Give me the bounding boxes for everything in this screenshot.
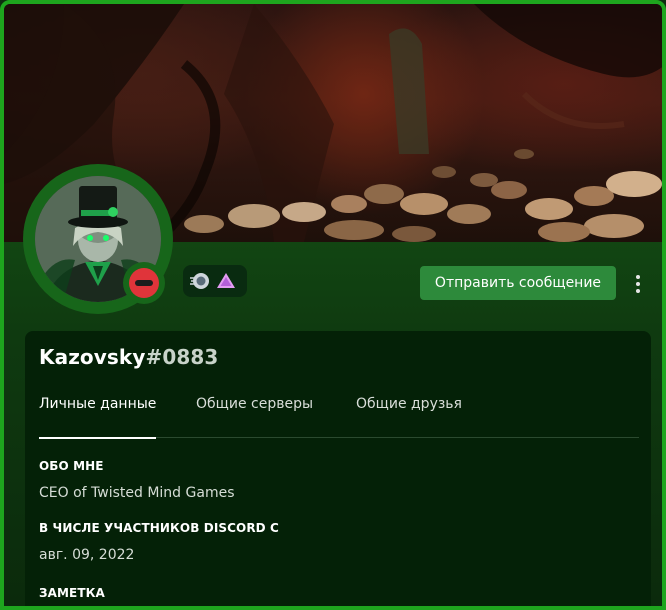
user-profile-popout: Отправить сообщение Kazovsky#0883 Личные… [0, 0, 666, 610]
member-since-heading: В числе участников Discord с [39, 521, 279, 535]
member-since-date: авг. 09, 2022 [39, 547, 135, 563]
tab-mutual-friends[interactable]: Общие друзья [356, 394, 462, 438]
nitro-icon[interactable] [215, 270, 237, 292]
send-message-button[interactable]: Отправить сообщение [420, 266, 616, 300]
username-tag: Kazovsky#0883 [39, 345, 218, 369]
tab-mutual-servers[interactable]: Общие серверы [196, 394, 313, 438]
profile-tabs: Личные данные Общие серверы Общие друзья [39, 394, 639, 439]
do-not-disturb-icon [129, 268, 159, 298]
more-vertical-icon[interactable] [628, 270, 648, 298]
tab-user-info[interactable]: Личные данные [39, 394, 157, 439]
note-heading: Заметка [39, 586, 105, 600]
about-me-text: CEO of Twisted Mind Games [39, 485, 235, 501]
about-me-heading: Обо мне [39, 459, 104, 473]
user-info-card: Kazovsky#0883 Личные данные Общие сервер… [25, 331, 651, 606]
discriminator: #0883 [145, 345, 219, 369]
hypesquad-icon[interactable] [189, 270, 211, 292]
avatar-frame[interactable] [23, 164, 173, 314]
username: Kazovsky [39, 345, 146, 369]
status-indicator [123, 262, 165, 304]
badge-list [183, 265, 247, 297]
